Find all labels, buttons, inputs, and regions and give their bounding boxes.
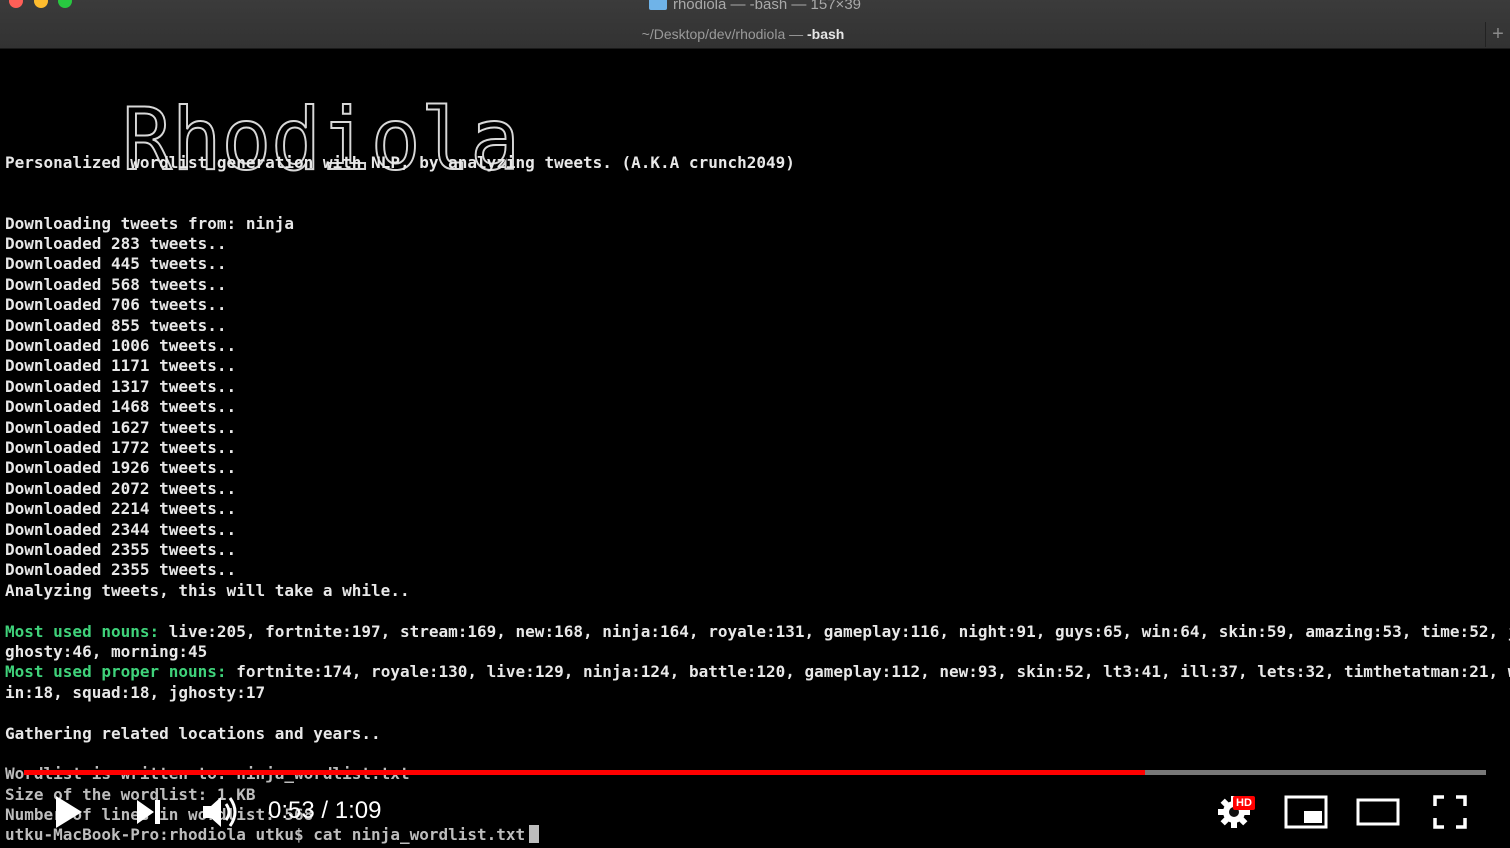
theater-mode-icon[interactable] bbox=[1356, 794, 1400, 830]
nouns-line: Most used nouns: live:205, fortnite:197,… bbox=[5, 622, 1510, 642]
seek-bar-played bbox=[24, 770, 1146, 775]
time-separator: / bbox=[314, 797, 335, 824]
downloading-line: Downloading tweets from: ninja bbox=[5, 214, 294, 233]
tab-path: ~/Desktop/dev/rhodiola — bbox=[641, 26, 808, 42]
download-line: Downloaded 2214 tweets.. bbox=[5, 499, 237, 518]
download-line: Downloaded 1772 tweets.. bbox=[5, 438, 237, 457]
volume-icon[interactable] bbox=[200, 792, 242, 832]
download-line: Downloaded 2072 tweets.. bbox=[5, 479, 237, 498]
window-title-text: rhodiola — -bash — 157×39 bbox=[672, 0, 862, 13]
download-line: Downloaded 2344 tweets.. bbox=[5, 520, 237, 539]
window-title: rhodiola — -bash — 157×39 bbox=[0, 0, 1510, 13]
text-cursor bbox=[529, 825, 540, 843]
folder-icon bbox=[648, 0, 667, 10]
fullscreen-icon[interactable] bbox=[1432, 794, 1468, 830]
analyzing-line: Analyzing tweets, this will take a while… bbox=[5, 581, 410, 600]
current-time: 0:53 bbox=[268, 797, 315, 824]
terminal-output[interactable]: Rhodiola Personalized wordlist generatio… bbox=[0, 49, 1510, 848]
nouns-value: live:205, fortnite:197, stream:169, new:… bbox=[159, 622, 1510, 641]
tagline: Personalized wordlist generation with NL… bbox=[5, 153, 795, 172]
download-line: Downloaded 706 tweets.. bbox=[5, 295, 227, 314]
window-titlebar: rhodiola — -bash — 157×39 ~/Desktop/dev/… bbox=[0, 0, 1510, 49]
download-line: Downloaded 1468 tweets.. bbox=[5, 397, 237, 416]
proper-nouns-line: Most used proper nouns: fortnite:174, ro… bbox=[5, 662, 1510, 682]
download-line: Downloaded 283 tweets.. bbox=[5, 234, 227, 253]
new-tab-button[interactable]: + bbox=[1485, 22, 1510, 47]
gathering-line: Gathering related locations and years.. bbox=[5, 724, 381, 743]
time-display: 0:53 / 1:09 bbox=[268, 796, 381, 826]
nouns-line-cont: ghosty:46, morning:45 bbox=[5, 642, 208, 661]
duration: 1:09 bbox=[334, 797, 382, 824]
download-line: Downloaded 1926 tweets.. bbox=[5, 458, 237, 477]
download-line: Downloaded 1317 tweets.. bbox=[5, 377, 237, 396]
download-line: Downloaded 2355 tweets.. bbox=[5, 560, 237, 579]
download-line: Downloaded 1006 tweets.. bbox=[5, 336, 237, 355]
play-icon[interactable] bbox=[52, 792, 86, 832]
proper-nouns-line-cont: in:18, squad:18, jghosty:17 bbox=[5, 683, 266, 702]
download-line: Downloaded 1171 tweets.. bbox=[5, 356, 237, 375]
next-icon[interactable] bbox=[134, 796, 164, 828]
miniplayer-icon[interactable] bbox=[1284, 794, 1328, 830]
proper-nouns-label: Most used proper nouns: bbox=[5, 662, 227, 681]
download-line: Downloaded 1627 tweets.. bbox=[5, 418, 237, 437]
download-line: Downloaded 445 tweets.. bbox=[5, 254, 227, 273]
terminal-tab[interactable]: ~/Desktop/dev/rhodiola — -bash bbox=[0, 22, 1486, 47]
seek-bar[interactable] bbox=[24, 770, 1486, 775]
proper-nouns-value: fortnite:174, royale:130, live:129, ninj… bbox=[226, 662, 1510, 681]
hd-badge: HD bbox=[1233, 796, 1255, 810]
nouns-label: Most used nouns: bbox=[5, 622, 160, 641]
tab-shell: -bash bbox=[807, 26, 845, 42]
download-line: Downloaded 568 tweets.. bbox=[5, 275, 227, 294]
download-line: Downloaded 2355 tweets.. bbox=[5, 540, 237, 559]
download-line: Downloaded 855 tweets.. bbox=[5, 316, 227, 335]
